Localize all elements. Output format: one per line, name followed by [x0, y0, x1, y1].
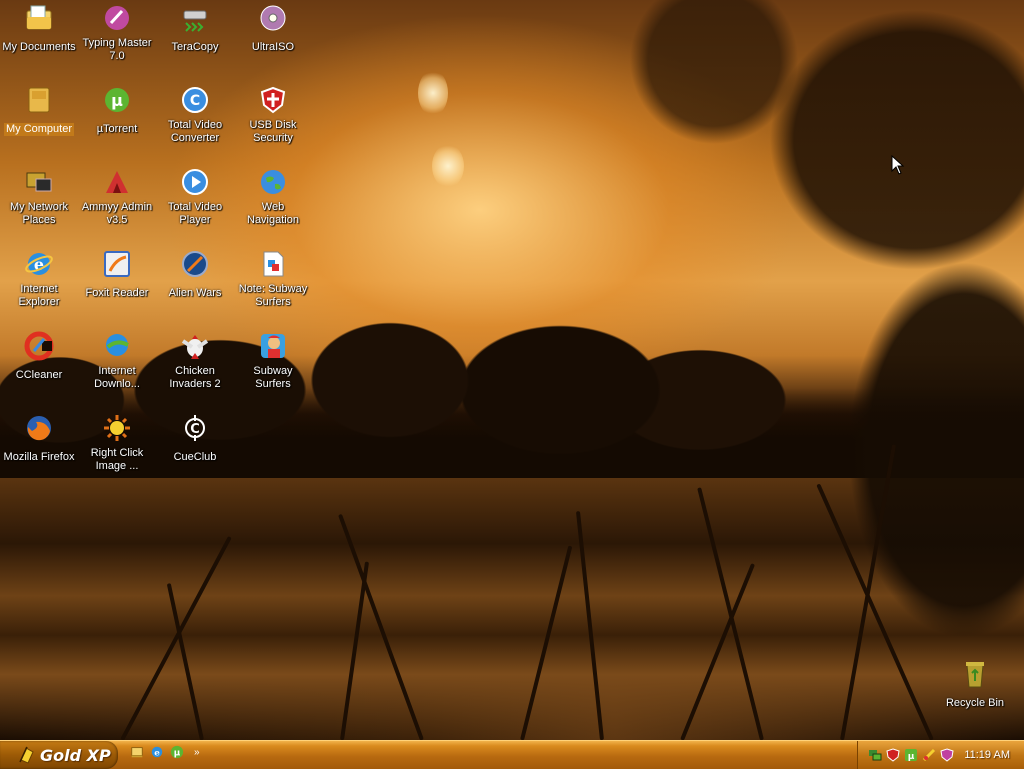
- show-desktop-icon[interactable]: [130, 745, 144, 759]
- icon-label: Subway Surfers: [253, 365, 293, 390]
- cueclub-icon: C: [179, 412, 211, 444]
- desktop-icon-ccleaner[interactable]: CCleaner: [0, 330, 78, 383]
- antivirus-icon[interactable]: [922, 748, 936, 762]
- chicken-invaders-icon: [179, 330, 211, 362]
- taskbar: Gold XP e µ » µ 11:19 AM: [0, 740, 1024, 769]
- ultraiso-disc-icon: [257, 2, 289, 34]
- desktop-icon-my-documents[interactable]: My Documents: [0, 2, 78, 55]
- icon-label: Right Click Image ...: [90, 447, 144, 472]
- icon-label: Mozilla Firefox: [3, 451, 75, 463]
- alien-wars-icon: [179, 248, 211, 280]
- desktop-icon-subway-surfers[interactable]: Subway Surfers: [234, 330, 312, 392]
- ccleaner-icon: [23, 330, 55, 362]
- desktop-icon-recycle-bin[interactable]: Recycle Bin: [936, 658, 1014, 711]
- quick-launch-bar: e µ »: [130, 745, 200, 759]
- icon-label: Internet Downlo...: [94, 365, 140, 390]
- desktop-icon-web-navigation[interactable]: Web Navigation: [234, 166, 312, 228]
- desktop-icon-right-click-image[interactable]: Right Click Image ...: [78, 412, 156, 474]
- system-tray: µ 11:19 AM: [857, 741, 1024, 769]
- icon-label: Web Navigation: [247, 201, 299, 226]
- quick-launch-overflow-icon[interactable]: »: [194, 747, 200, 758]
- icon-label: Foxit Reader: [85, 287, 149, 299]
- icon-label: Note: Subway Surfers: [238, 283, 308, 308]
- internet-explorer-icon: e: [23, 248, 55, 280]
- icon-label: CCleaner: [15, 369, 63, 381]
- desktop-icon-foxit-reader[interactable]: Foxit Reader: [78, 248, 156, 301]
- subway-surfers-icon: [257, 330, 289, 362]
- folder-documents-icon: [23, 2, 55, 34]
- icon-label: Alien Wars: [168, 287, 222, 299]
- desktop-icon-chicken-invaders[interactable]: Chicken Invaders 2: [156, 330, 234, 392]
- firefox-icon: [23, 412, 55, 444]
- volume-icon[interactable]: [940, 748, 954, 762]
- desktop-icon-teracopy[interactable]: TeraCopy: [156, 2, 234, 55]
- icon-label: My Network Places: [9, 201, 69, 226]
- svg-text:µ: µ: [111, 91, 123, 110]
- utorrent-icon: µ: [101, 84, 133, 116]
- system-clock[interactable]: 11:19 AM: [964, 749, 1010, 761]
- desktop-icon-mozilla-firefox[interactable]: Mozilla Firefox: [0, 412, 78, 465]
- icon-label: Chicken Invaders 2: [169, 365, 221, 390]
- start-flag-icon: [18, 746, 36, 764]
- globe-icon: [257, 166, 289, 198]
- icon-label: Total Video Converter: [167, 119, 223, 144]
- start-label: Gold XP: [40, 745, 111, 765]
- svg-text:C: C: [190, 422, 200, 437]
- network-icon[interactable]: [868, 748, 882, 762]
- svg-text:µ: µ: [174, 749, 181, 759]
- icon-label: µTorrent: [96, 123, 138, 135]
- utorrent-icon[interactable]: µ: [170, 745, 184, 759]
- svg-text:µ: µ: [908, 752, 915, 762]
- desktop-icon-alien-wars[interactable]: Alien Wars: [156, 248, 234, 301]
- desktop-icon-internet-explorer[interactable]: e Internet Explorer: [0, 248, 78, 310]
- internet-explorer-icon[interactable]: e: [150, 745, 164, 759]
- network-places-icon: [23, 166, 55, 198]
- icon-label: Ammyy Admin v3.5: [81, 201, 153, 226]
- desktop-icon-internet-download-manager[interactable]: Internet Downlo...: [78, 330, 156, 392]
- icon-label: USB Disk Security: [249, 119, 297, 144]
- desktop-icon-ammyy-admin[interactable]: Ammyy Admin v3.5: [78, 166, 156, 228]
- teracopy-icon: [179, 2, 211, 34]
- internet-download-manager-icon: [101, 330, 133, 362]
- icon-label: My Documents: [2, 41, 76, 53]
- icon-label: CueClub: [173, 451, 217, 463]
- icon-label: Total Video Player: [167, 201, 223, 226]
- desktop-icon-note-subway-surfers[interactable]: Note: Subway Surfers: [234, 248, 312, 310]
- icon-label: Recycle Bin: [945, 697, 1005, 709]
- mouse-cursor-icon: [891, 155, 905, 175]
- ammyy-admin-icon: [101, 166, 133, 198]
- desktop-icon-utorrent[interactable]: µ µTorrent: [78, 84, 156, 137]
- video-player-icon: [179, 166, 211, 198]
- desktop-icon-my-computer[interactable]: My Computer: [0, 84, 78, 137]
- icon-label: Internet Explorer: [18, 283, 60, 308]
- svg-text:C: C: [190, 93, 200, 109]
- icon-label: Typing Master 7.0: [82, 37, 152, 62]
- shield-icon[interactable]: [886, 748, 900, 762]
- note-file-icon: [257, 248, 289, 280]
- desktop-icon-total-video-converter[interactable]: C Total Video Converter: [156, 84, 234, 146]
- desktop-icon-usb-disk-security[interactable]: USB Disk Security: [234, 84, 312, 146]
- recycle-bin-icon: [959, 658, 991, 690]
- icon-label: UltraISO: [251, 41, 295, 53]
- icon-label: My Computer: [3, 123, 75, 136]
- desktop-icon-ultraiso[interactable]: UltraISO: [234, 2, 312, 55]
- desktop-icon-my-network-places[interactable]: My Network Places: [0, 166, 78, 228]
- video-converter-icon: C: [179, 84, 211, 116]
- shield-icon: [257, 84, 289, 116]
- desktop-icon-typing-master[interactable]: Typing Master 7.0: [78, 2, 156, 64]
- foxit-reader-icon: [101, 248, 133, 280]
- utorrent-icon[interactable]: µ: [904, 748, 918, 762]
- right-click-image-icon: [101, 412, 133, 444]
- svg-text:e: e: [154, 749, 160, 759]
- icon-label: TeraCopy: [171, 41, 219, 53]
- desktop-wallpaper[interactable]: My Documents My Computer My Network Plac…: [0, 0, 1024, 740]
- desktop-icon-cueclub[interactable]: C CueClub: [156, 412, 234, 465]
- desktop-icon-total-video-player[interactable]: Total Video Player: [156, 166, 234, 228]
- start-button[interactable]: Gold XP: [0, 741, 118, 769]
- computer-icon: [23, 84, 55, 116]
- typing-master-icon: [101, 2, 133, 34]
